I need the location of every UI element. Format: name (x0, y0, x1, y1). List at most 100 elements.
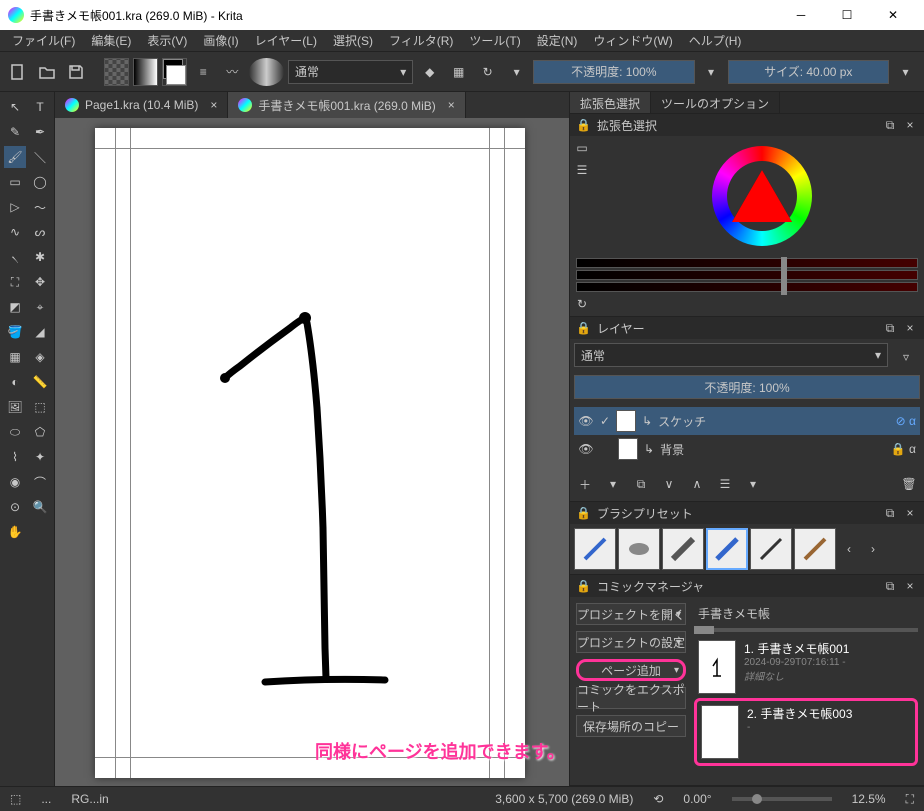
alpha-lock-icon[interactable]: ▦ (446, 58, 471, 86)
brush-preview[interactable] (249, 58, 284, 86)
brush-tool[interactable]: 🖌 (4, 146, 26, 168)
preset-arrow-icon[interactable]: ▾ (504, 58, 529, 86)
polyline-tool[interactable]: 〜 (29, 196, 51, 218)
magnetic-select-tool[interactable]: ⊙ (4, 496, 26, 518)
menu-image[interactable]: 画像(I) (195, 30, 246, 51)
open-file-button[interactable] (35, 58, 60, 86)
fg-bg-swatch[interactable] (162, 58, 187, 86)
close-icon[interactable]: × (902, 505, 918, 521)
move-down-button[interactable]: ∨ (658, 473, 680, 495)
lasso-tool[interactable]: ⌇ (4, 446, 26, 468)
close-icon[interactable]: × (210, 98, 217, 112)
add-layer-arrow[interactable]: ▾ (602, 473, 624, 495)
contiguous-select-tool[interactable]: ✦ (29, 446, 51, 468)
freehand-path-tool[interactable]: ᔕ (29, 221, 51, 243)
canvas-page[interactable] (95, 128, 525, 778)
tab-memo001[interactable]: 手書きメモ帳001.kra (269.0 MiB) × (228, 92, 465, 118)
open-project-button[interactable]: プロジェクトを開く▾ (576, 603, 686, 625)
reload-preset-icon[interactable]: ↻ (475, 58, 500, 86)
size-slider[interactable]: サイズ: 40.00 px (728, 60, 890, 84)
menu-settings[interactable]: 設定(N) (529, 30, 586, 51)
tab-page1[interactable]: Page1.kra (10.4 MiB) × (55, 92, 228, 118)
pattern-tool[interactable]: ▦ (4, 346, 26, 368)
refresh-icon[interactable]: ↻ (574, 296, 590, 312)
zoom-fit-icon[interactable]: ⛶ (906, 792, 914, 807)
check-icon[interactable]: ✓ (600, 414, 610, 428)
brush-preset-6[interactable] (794, 528, 836, 570)
menu-select[interactable]: 選択(S) (325, 30, 381, 51)
crop-tool[interactable]: ◩ (4, 296, 26, 318)
float-icon[interactable]: ⧉ (882, 578, 898, 594)
status-selector[interactable]: RG...in (71, 792, 108, 806)
menu-filter[interactable]: フィルタ(R) (381, 30, 461, 51)
polygon-tool[interactable]: ▷ (4, 196, 26, 218)
close-icon[interactable]: × (448, 98, 455, 112)
measure-tool[interactable]: 📏 (29, 371, 51, 393)
layer-row-sketch[interactable]: 👁 ✓ ↳ スケッチ ⊘ α (574, 407, 920, 435)
brush-preset-5[interactable] (750, 528, 792, 570)
layer-lock-icon[interactable]: 🔒 α (891, 442, 916, 456)
copy-location-button[interactable]: 保存場所のコピー (576, 715, 686, 737)
transform-tool[interactable]: ⛶ (4, 271, 26, 293)
maximize-button[interactable]: ☐ (824, 0, 870, 30)
color-wheel[interactable] (600, 136, 924, 256)
shape-edit-tool[interactable]: ✎ (4, 121, 26, 143)
visibility-icon[interactable]: 👁 (578, 414, 594, 428)
selection-indicator-icon[interactable]: ⬚ (10, 792, 21, 806)
calligraphy-tool[interactable]: ✒ (29, 121, 51, 143)
layer-props-arrow[interactable]: ▾ (742, 473, 764, 495)
add-layer-button[interactable]: ＋ (574, 473, 596, 495)
toolopt-tab[interactable]: ツールのオプション (651, 92, 780, 113)
new-file-button[interactable] (6, 58, 31, 86)
assistant-tool[interactable]: ◐ (4, 371, 26, 393)
zoom-tool[interactable]: 🔍 (29, 496, 51, 518)
bezier-tool[interactable]: ∿ (4, 221, 26, 243)
mypaint-shade-icon[interactable]: ☰ (574, 162, 590, 178)
menu-view[interactable]: 表示(V) (139, 30, 195, 51)
eraser-toggle[interactable]: ◆ (417, 58, 442, 86)
rect-select-tool[interactable]: ⬚ (29, 396, 51, 418)
visibility-icon[interactable]: 👁 (578, 442, 594, 456)
status-dots[interactable]: ... (41, 792, 51, 806)
move-up-button[interactable]: ∧ (686, 473, 708, 495)
move-tool[interactable]: ↖ (4, 96, 26, 118)
bezier-select-tool[interactable]: ⌒ (29, 471, 51, 493)
float-icon[interactable]: ⧉ (882, 320, 898, 336)
minimize-button[interactable]: ─ (778, 0, 824, 30)
close-button[interactable]: ✕ (870, 0, 916, 30)
comic-page-2[interactable]: 2. 手書きメモ帳003 - (694, 698, 918, 766)
gradient-tool[interactable]: ◢ (29, 321, 51, 343)
smart-fill-tool[interactable]: ◈ (29, 346, 51, 368)
pattern-swatch[interactable] (104, 58, 129, 86)
project-settings-button[interactable]: プロジェクトの設定▾ (576, 631, 686, 653)
blend-mode-select[interactable]: 通常▾ (288, 60, 413, 84)
menu-layer[interactable]: レイヤー(L) (247, 30, 325, 51)
color-history-strips[interactable] (570, 256, 924, 292)
rect-tool[interactable]: ▭ (4, 171, 26, 193)
menu-edit[interactable]: 編集(E) (83, 30, 139, 51)
pan-tool[interactable]: ✋ (4, 521, 26, 543)
layer-blend-select[interactable]: 通常▾ (574, 343, 888, 367)
menu-tool[interactable]: ツール(T) (461, 30, 528, 51)
poly-select-tool[interactable]: ⬠ (29, 421, 51, 443)
delete-layer-button[interactable]: 🗑 (898, 473, 920, 495)
brush-settings-icon[interactable]: ≡ (191, 58, 216, 86)
duplicate-layer-button[interactable]: ⧉ (630, 473, 652, 495)
gradient-swatch[interactable] (133, 58, 158, 86)
move-layer-tool[interactable]: ✥ (29, 271, 51, 293)
ellipse-tool[interactable]: ◯ (29, 171, 51, 193)
ellipse-select-tool[interactable]: ⬭ (4, 421, 26, 443)
brush-preset-3[interactable] (662, 528, 704, 570)
opacity-arrow[interactable]: ▾ (699, 58, 724, 86)
fill-tool[interactable]: 🪣 (4, 321, 26, 343)
brush-preset-1[interactable] (574, 528, 616, 570)
save-button[interactable] (64, 58, 89, 86)
float-icon[interactable]: ⧉ (882, 505, 898, 521)
layer-alpha-icon[interactable]: ⊘ α (896, 414, 916, 428)
zoom-slider[interactable] (732, 797, 832, 801)
close-icon[interactable]: × (902, 117, 918, 133)
brush-preset-2[interactable] (618, 528, 660, 570)
layer-props-button[interactable]: ☰ (714, 473, 736, 495)
brush-prev-button[interactable]: ‹ (838, 538, 860, 560)
minimal-shade-icon[interactable]: ▭ (574, 140, 590, 156)
